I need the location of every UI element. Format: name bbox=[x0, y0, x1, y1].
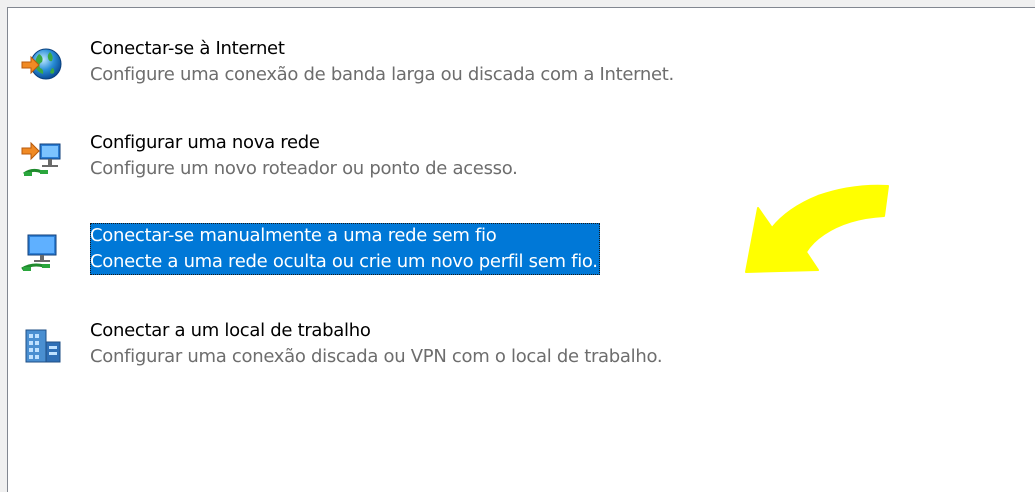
option-description: Configure uma conexão de banda larga ou … bbox=[90, 64, 674, 85]
wireless-network-icon bbox=[20, 229, 64, 273]
option-title: Configurar uma nova rede bbox=[90, 132, 320, 153]
option-workplace[interactable]: Conectar a um local de trabalho Configur… bbox=[8, 318, 768, 378]
option-title: Conectar-se à Internet bbox=[90, 38, 285, 59]
new-network-icon bbox=[20, 136, 64, 180]
option-description: Configurar uma conexão discada ou VPN co… bbox=[90, 346, 663, 367]
connection-options-list: Conectar-se à Internet Configure uma con… bbox=[7, 7, 1035, 492]
globe-connect-icon bbox=[20, 42, 64, 86]
option-title: Conectar a um local de trabalho bbox=[90, 320, 371, 341]
option-description: Configure um novo roteador ou ponto de a… bbox=[90, 158, 518, 179]
option-manual-wireless[interactable]: Conectar-se manualmente a uma rede sem f… bbox=[8, 223, 768, 283]
option-new-network[interactable]: Configurar uma nova rede Configure um no… bbox=[8, 130, 768, 190]
option-title: Conectar-se manualmente a uma rede sem f… bbox=[90, 225, 497, 246]
option-connect-internet[interactable]: Conectar-se à Internet Configure uma con… bbox=[8, 36, 768, 96]
workplace-building-icon bbox=[20, 324, 64, 368]
option-description: Conecte a uma rede oculta ou crie um nov… bbox=[90, 251, 598, 272]
yellow-arrow-annotation-icon bbox=[745, 184, 889, 273]
